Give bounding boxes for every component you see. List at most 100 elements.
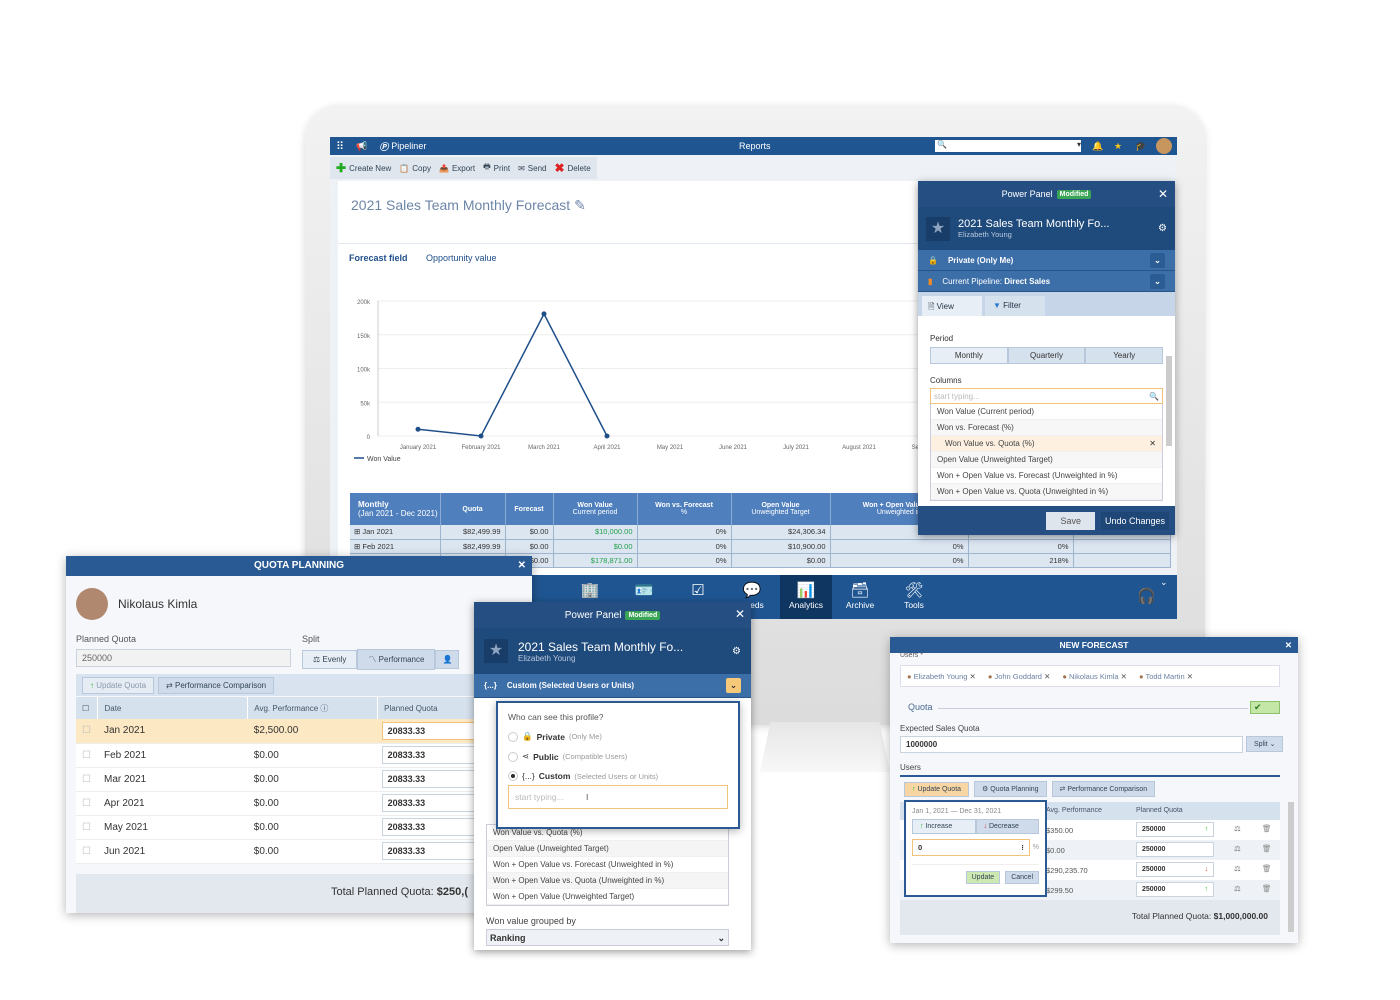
trash-icon[interactable]: 🗑	[1262, 824, 1272, 833]
visibility-selector[interactable]: {...} Custom (Selected Users or Units) ⌄	[474, 674, 751, 698]
user-tag[interactable]: ● John Goddard ✕	[988, 672, 1051, 681]
undo-changes-button[interactable]: Undo Changes	[1100, 512, 1169, 530]
user-tag[interactable]: ● Elizabeth Young ✕	[907, 672, 976, 681]
select-all-checkbox[interactable]: ☐	[76, 697, 99, 719]
export-button[interactable]: 📤 Export	[439, 164, 475, 173]
quota-planning-button[interactable]: ⚙ Quota Planning	[974, 781, 1047, 797]
edit-settings-icon[interactable]: ✎	[574, 197, 586, 213]
chevron-down-icon[interactable]: ⌄	[1150, 273, 1165, 289]
radio-button[interactable]	[508, 771, 518, 781]
row-checkbox[interactable]: ☐	[76, 791, 98, 816]
tab-forecast-field[interactable]: Forecast field	[349, 253, 408, 263]
column-header[interactable]: Won Value Current period	[553, 493, 638, 525]
create-new-button[interactable]: ✚ Create New	[336, 161, 391, 175]
performance-comparison-button[interactable]: ⇄ Performance Comparison	[158, 676, 275, 694]
balance-icon[interactable]: ⚖	[1234, 864, 1241, 873]
planned-quota-input[interactable]: 250000	[1136, 842, 1214, 857]
planned-quota-input[interactable]: 250000	[76, 649, 291, 667]
update-quota-button[interactable]: ↑ Update Quota	[904, 781, 970, 797]
column-option[interactable]: Open Value (Unweighted Target)	[931, 452, 1162, 468]
column-option[interactable]: Won + Open Value vs. Forecast (Unweighte…	[487, 857, 728, 873]
columns-search-input[interactable]: start typing... 🔍	[930, 388, 1163, 404]
column-header[interactable]: Monthly (Jan 2021 - Dec 2021)	[350, 493, 441, 525]
planned-quota-input[interactable]: 250000 ↓	[1136, 862, 1214, 877]
table-row[interactable]: ☐ May 2021 $0.00 20833.33	[76, 815, 532, 840]
split-dropdown[interactable]: Split ⌄	[1246, 736, 1284, 752]
planned-quota-input[interactable]: 250000 ↑	[1136, 822, 1214, 837]
remove-icon[interactable]: ✕	[1121, 672, 1127, 681]
row-checkbox[interactable]: ☐	[76, 743, 98, 768]
megaphone-icon[interactable]: 📢	[356, 141, 367, 152]
column-option[interactable]: Won + Open Value (Unweighted Target)	[487, 889, 728, 905]
close-icon[interactable]: ✕	[1285, 637, 1292, 653]
users-tag-input[interactable]: ● Elizabeth Young ✕ ● John Goddard ✕ ● Nik…	[900, 665, 1280, 687]
split-user-button[interactable]: 👤	[435, 650, 460, 669]
update-quota-button[interactable]: ↑ Update Quota	[82, 676, 155, 694]
column-header[interactable]: Avg. Performance ⓘ	[247, 697, 379, 719]
table-row[interactable]: ☐ Apr 2021 $0.00 20833.33	[76, 791, 532, 816]
trash-icon[interactable]: 🗑	[1262, 884, 1272, 893]
remove-icon[interactable]: ✕	[1044, 672, 1050, 681]
balance-icon[interactable]: ⚖	[1234, 844, 1241, 853]
column-option[interactable]: Won + Open Value vs. Quota (Unweighted i…	[487, 873, 728, 889]
column-header[interactable]: Won vs. Forecast%	[637, 493, 732, 525]
close-icon[interactable]: ✕	[518, 556, 526, 576]
period-monthly[interactable]: Monthly	[930, 347, 1008, 364]
favorite-star-icon[interactable]: ★	[926, 216, 950, 241]
decrease-button[interactable]: ↓ Decrease	[975, 819, 1039, 834]
nav-item-analytics[interactable]: 📊 Analytics	[780, 575, 832, 619]
table-row[interactable]: ☐ Jan 2021 $2,500.00 20833.33	[76, 719, 532, 744]
split-evenly-button[interactable]: ⚖ Evenly	[302, 650, 358, 669]
quota-toggle[interactable]: ✔	[1250, 701, 1280, 714]
remove-icon[interactable]: ✕	[1187, 672, 1193, 681]
performance-comparison-button[interactable]: ⇄ Performance Comparison	[1051, 781, 1156, 797]
balance-icon[interactable]: ⚖	[1234, 824, 1241, 833]
row-checkbox[interactable]: ☐	[76, 767, 98, 792]
send-button[interactable]: ✉ Send	[518, 164, 546, 173]
chevron-down-icon[interactable]: ⌄	[726, 678, 741, 693]
user-tag[interactable]: ● Nikolaus Kimla ✕	[1062, 672, 1127, 681]
nav-item-archive[interactable]: 🗃 Archive	[834, 575, 886, 619]
radio-button[interactable]	[508, 751, 518, 762]
balance-icon[interactable]: ⚖	[1234, 884, 1241, 893]
trash-icon[interactable]: 🗑	[1262, 864, 1272, 873]
scrollbar[interactable]	[1166, 356, 1172, 446]
search-input[interactable]: 🔍 ▾	[935, 140, 1081, 152]
gear-icon[interactable]: ⚙	[732, 646, 741, 657]
visibility-selector[interactable]: 🔒 Private (Only Me) ⌄	[918, 250, 1175, 271]
column-option[interactable]: Won vs. Forecast (%)	[931, 420, 1162, 436]
column-header[interactable]: Open Value Unweighted Target	[731, 493, 831, 525]
period-yearly[interactable]: Yearly	[1085, 347, 1164, 364]
planned-quota-input[interactable]: 250000 ↑	[1136, 882, 1214, 897]
save-button[interactable]: Save	[1046, 512, 1095, 530]
remove-icon[interactable]: ✕	[1149, 439, 1156, 448]
graduation-icon[interactable]: 🎓	[1135, 141, 1146, 152]
gear-icon[interactable]: ⚙	[1158, 223, 1167, 234]
increase-button[interactable]: ↑ Increase	[912, 819, 976, 834]
close-icon[interactable]: ✕	[1158, 187, 1168, 201]
table-row[interactable]: ☐ Feb 2021 $0.00 20833.33	[76, 743, 532, 768]
trash-icon[interactable]: 🗑	[1262, 844, 1272, 853]
column-option[interactable]: Won Value vs. Quota (%) ✕	[931, 436, 1162, 452]
tab-view[interactable]: 🗎 View	[922, 296, 982, 316]
tab-opportunity-value[interactable]: Opportunity value	[426, 253, 497, 263]
nav-item-tools[interactable]: 🛠 Tools	[888, 575, 940, 619]
row-checkbox[interactable]: ☐	[76, 839, 98, 864]
split-performance-button[interactable]: 〽 Performance	[357, 649, 436, 670]
visibility-option-private[interactable]: 🔒 Private (Only Me)	[508, 731, 728, 742]
close-icon[interactable]: ✕	[735, 607, 745, 621]
column-header[interactable]: Date	[97, 697, 249, 719]
cancel-button[interactable]: Cancel	[1005, 871, 1039, 884]
column-option[interactable]: Won Value (Current period)	[931, 404, 1162, 420]
table-row[interactable]: ⊞ Feb 2021 $82,499.99 $0.00 $0.00 0% $10,900.…	[350, 539, 1171, 554]
chevron-down-icon[interactable]: ⌄	[1160, 577, 1168, 588]
percent-input[interactable]: 0 ⁝	[912, 839, 1030, 856]
favorite-star-icon[interactable]: ★	[484, 639, 508, 663]
print-button[interactable]: 🖶 Print	[483, 161, 510, 175]
avatar[interactable]	[1156, 138, 1172, 154]
bell-icon[interactable]: 🔔	[1092, 141, 1103, 152]
column-header[interactable]: Quota	[440, 493, 506, 525]
tab-filter[interactable]: ▼ Filter	[985, 296, 1045, 316]
group-by-select[interactable]: Ranking ⌄	[486, 929, 729, 946]
remove-icon[interactable]: ✕	[970, 672, 976, 681]
